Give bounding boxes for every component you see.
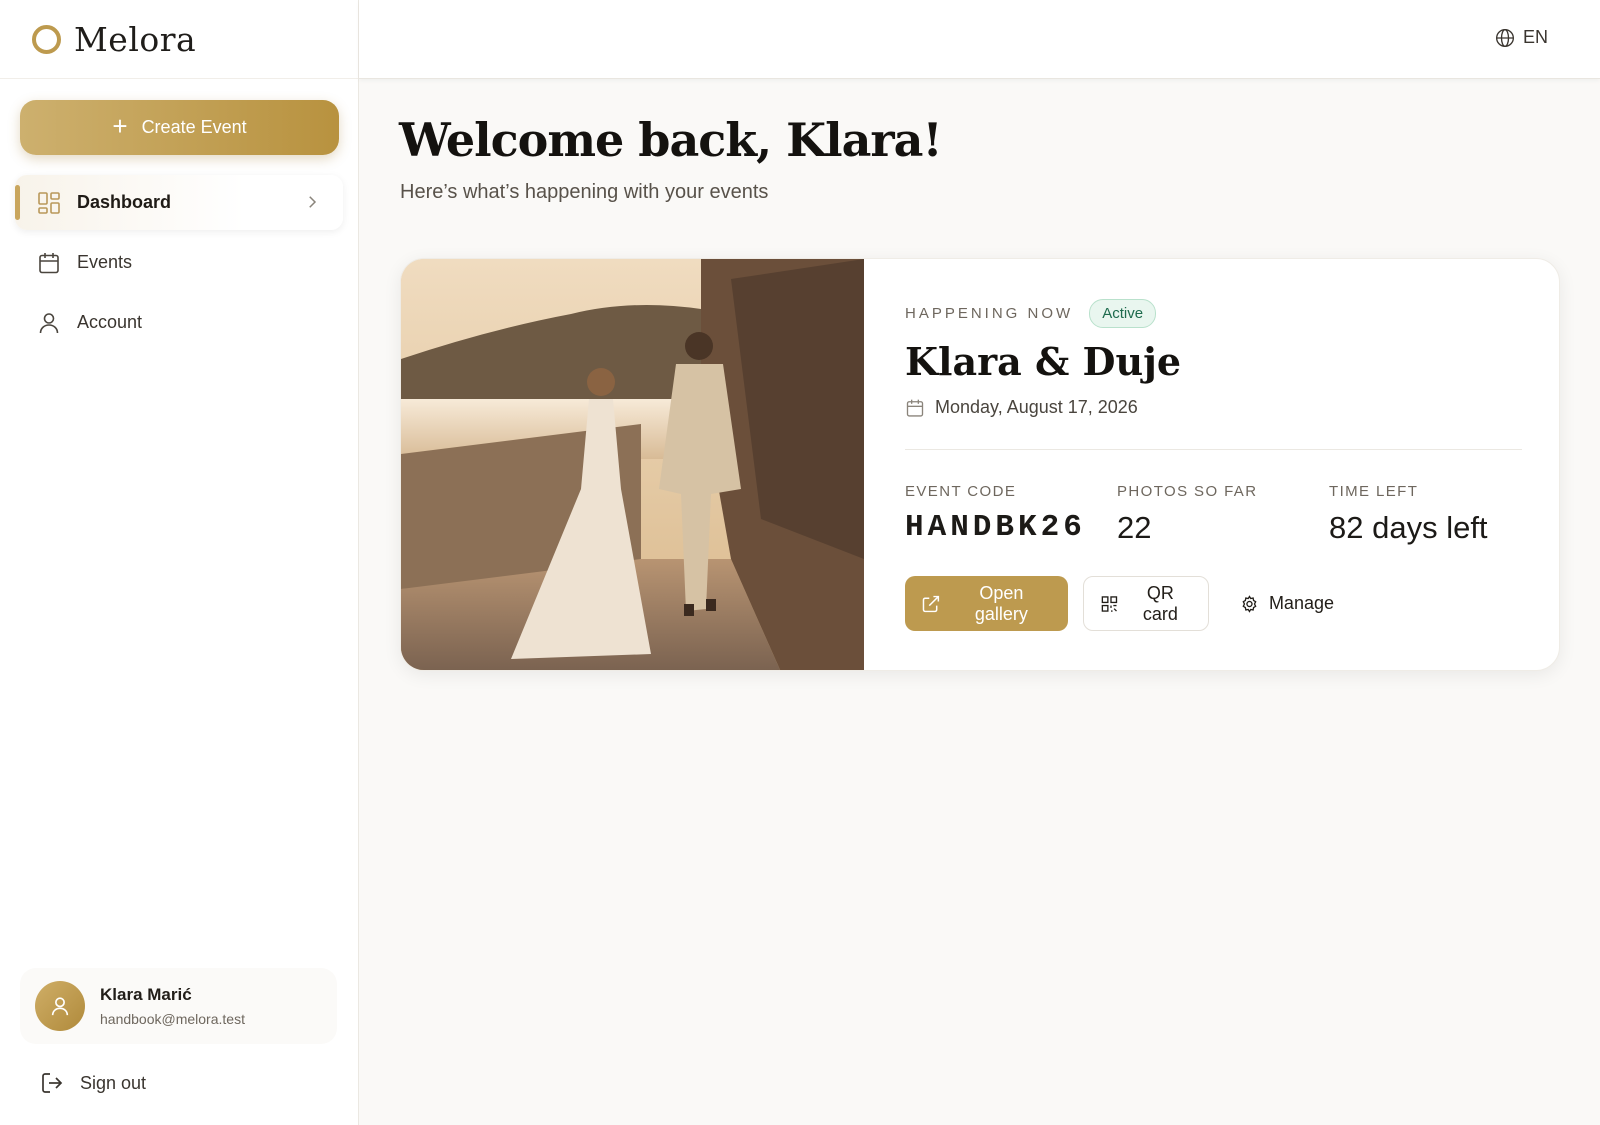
event-details: HAPPENING NOW Active Klara & Duje Monday…	[905, 259, 1525, 670]
stat-label: TIME LEFT	[1329, 483, 1419, 500]
status-badge: Active	[1089, 299, 1157, 328]
user-card[interactable]: Klara Marić handbook@melora.test	[20, 968, 337, 1044]
event-kicker-row: HAPPENING NOW Active	[905, 299, 1157, 328]
event-actions: Open gallery QR card Manage	[905, 576, 1350, 631]
qr-code-icon	[1101, 595, 1118, 612]
globe-icon	[1495, 28, 1514, 47]
logo-ring-icon	[32, 24, 61, 54]
manage-label: Manage	[1268, 593, 1334, 613]
sidebar-item-label: Events	[77, 252, 133, 272]
sign-out-label: Sign out	[80, 1072, 147, 1093]
language-selector[interactable]: EN	[1495, 27, 1548, 48]
user-email: handbook@melora.test	[100, 1011, 245, 1027]
user-avatar-icon	[51, 997, 69, 1016]
photos-count-value: 22	[1117, 510, 1152, 545]
brand-name: Melora	[74, 19, 197, 59]
event-code-value[interactable]: HANDBK26	[905, 510, 1086, 545]
qr-card-button[interactable]: QR card	[1083, 576, 1209, 631]
sign-out-icon	[42, 1073, 63, 1093]
stat-label: PHOTOS SO FAR	[1117, 483, 1258, 500]
sidebar-nav: Dashboard Events Account	[15, 175, 343, 355]
event-date: Monday, August 17, 2026	[905, 397, 1138, 418]
avatar	[35, 981, 85, 1031]
stat-event-code: EVENT CODE HANDBK26	[905, 483, 1086, 545]
calendar-icon	[906, 399, 924, 417]
create-event-label: Create Event	[141, 117, 247, 137]
sidebar-item-label: Dashboard	[77, 192, 172, 212]
event-date-text: Monday, August 17, 2026	[935, 397, 1138, 417]
stat-photos: PHOTOS SO FAR 22	[1117, 483, 1257, 546]
user-icon	[39, 312, 59, 333]
plus-icon: +	[112, 111, 128, 141]
event-photo	[401, 259, 864, 670]
chevron-right-icon	[309, 196, 317, 208]
page-subtitle: Here’s what’s happening with your events	[400, 181, 769, 203]
language-label: EN	[1522, 27, 1548, 47]
open-gallery-label: Open gallery	[974, 582, 1028, 624]
event-kicker: HAPPENING NOW	[905, 305, 1074, 322]
user-info: Klara Marić handbook@melora.test	[100, 985, 245, 1027]
open-gallery-button[interactable]: Open gallery	[905, 576, 1068, 631]
user-name: Klara Marić	[100, 985, 192, 1004]
dashboard-grid-icon	[38, 191, 60, 214]
divider	[905, 449, 1522, 450]
sign-out-button[interactable]: Sign out	[40, 1063, 146, 1103]
create-event-button[interactable]: + Create Event	[20, 100, 339, 155]
calendar-icon	[39, 252, 59, 273]
manage-button[interactable]: Manage	[1224, 576, 1350, 631]
time-left-value: 82 days left	[1329, 510, 1488, 545]
stat-label: EVENT CODE	[905, 483, 1017, 500]
top-bar: EN	[359, 0, 1600, 79]
sidebar-item-dashboard[interactable]: Dashboard	[15, 175, 343, 230]
stat-time-left: TIME LEFT 82 days left	[1329, 483, 1488, 546]
sidebar: Melora + Create Event Dashboard Events A…	[0, 0, 359, 1125]
page-title: Welcome back, Klara!	[399, 113, 943, 167]
qr-card-label: QR card	[1142, 582, 1178, 624]
sidebar-item-events[interactable]: Events	[15, 235, 343, 290]
sidebar-item-account[interactable]: Account	[15, 295, 343, 350]
event-title: Klara & Duje	[905, 339, 1182, 384]
event-card: HAPPENING NOW Active Klara & Duje Monday…	[400, 258, 1560, 671]
gear-icon	[1242, 594, 1257, 613]
brand[interactable]: Melora	[0, 0, 358, 79]
external-link-icon	[922, 595, 940, 612]
sidebar-item-label: Account	[77, 312, 143, 332]
